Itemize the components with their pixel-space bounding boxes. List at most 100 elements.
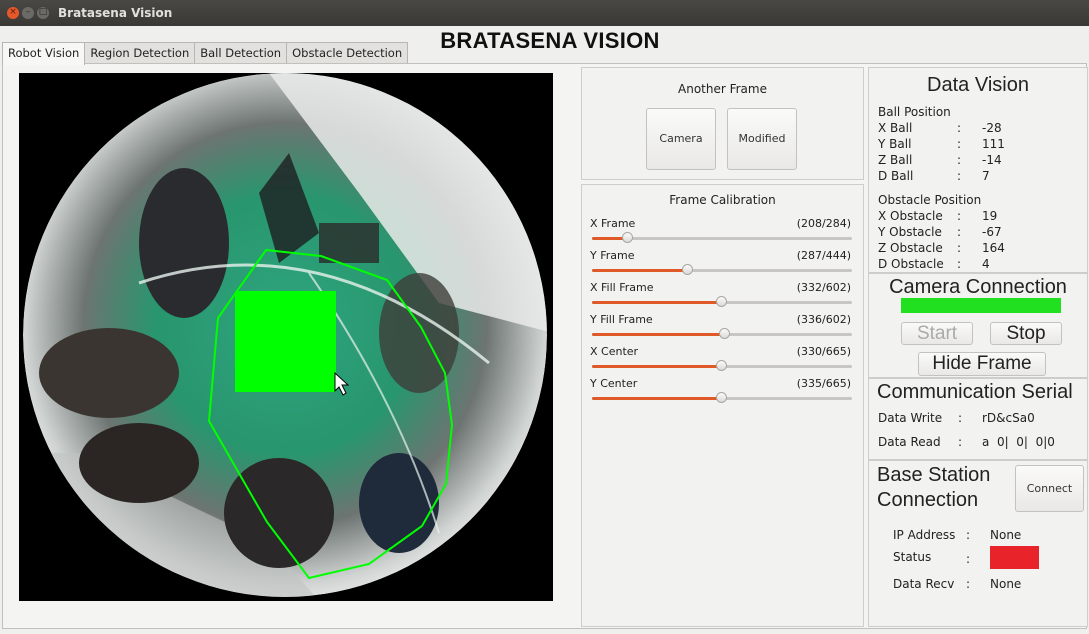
data-write-value: rD&cSa0	[982, 411, 1035, 425]
camera-connection-panel: Camera Connection Start Stop Hide Frame	[868, 273, 1088, 378]
status-label: Status	[893, 550, 932, 564]
ball-field-separator: :	[957, 137, 962, 151]
ball-field-label: X Ball	[878, 121, 913, 135]
tab-region-detection[interactable]: Region Detection	[84, 42, 196, 64]
slider-label: Y Center	[590, 377, 638, 390]
slider-row: Y Frame (287/444)	[590, 249, 855, 281]
data-recv-label: Data Recv	[893, 577, 955, 591]
ball-field-separator: :	[957, 169, 962, 183]
slider-track[interactable]	[592, 392, 852, 403]
window-close-button[interactable]: ×	[7, 7, 19, 19]
ball-field-label: Z Ball	[878, 153, 913, 167]
obstacle-field-separator: :	[957, 241, 962, 255]
window-minimize-button[interactable]: –	[22, 7, 34, 19]
data-recv-value: None	[990, 577, 1022, 591]
ball-field-separator: :	[957, 153, 962, 167]
slider-handle[interactable]	[622, 232, 634, 243]
slider-row: X Fill Frame (332/602)	[590, 281, 855, 313]
slider-value: (336/602)	[796, 313, 851, 326]
ball-field-separator: :	[957, 121, 962, 135]
obstacle-field-value: 164	[982, 241, 1005, 255]
app-heading: BRATASENA VISION	[440, 28, 660, 53]
slider-track[interactable]	[592, 296, 852, 307]
camera-button[interactable]: Camera	[646, 108, 716, 170]
obstacle-field-value: 19	[982, 209, 998, 223]
slider-row: Y Center (335/665)	[590, 377, 855, 409]
slider-fill	[592, 333, 725, 336]
start-button[interactable]: Start	[901, 322, 973, 345]
window-titlebar: × – □ Bratasena Vision	[0, 0, 1089, 26]
slider-track[interactable]	[592, 264, 852, 275]
camera-feed	[19, 73, 553, 601]
base-station-title-line1: Base Station	[877, 464, 991, 486]
ball-field-value: -14	[982, 153, 1002, 167]
window-maximize-button[interactable]: □	[37, 7, 49, 19]
status-indicator	[990, 546, 1039, 569]
camera-connection-title: Camera Connection	[889, 276, 1067, 298]
frame-calibration-panel: Frame Calibration X Frame (208/284) Y Fram…	[581, 184, 864, 627]
slider-value: (208/284)	[796, 217, 851, 230]
slider-row: X Center (330/665)	[590, 345, 855, 377]
communication-serial-title: Communication Serial	[877, 381, 1073, 403]
data-vision-panel: Data Vision Ball Position X Ball: -28 Y Ba…	[868, 67, 1088, 273]
slider-handle[interactable]	[716, 296, 727, 307]
modified-button[interactable]: Modified	[727, 108, 797, 170]
slider-value: (335/665)	[796, 377, 851, 390]
slider-track[interactable]	[592, 232, 852, 243]
tab-obstacle-detection[interactable]: Obstacle Detection	[286, 42, 409, 64]
base-station-title-line2: Connection	[877, 489, 979, 511]
connect-button[interactable]: Connect	[1015, 465, 1084, 512]
slider-handle[interactable]	[682, 264, 694, 275]
data-write-label: Data Write	[878, 411, 943, 425]
obstacle-field-separator: :	[957, 257, 962, 271]
obstacle-field-label: Y Obstacle	[878, 225, 942, 239]
obstacle-field-value: 4	[982, 257, 990, 271]
slider-handle[interactable]	[716, 360, 727, 371]
tab-robot-vision[interactable]: Robot Vision	[2, 42, 86, 65]
data-write-separator: :	[958, 411, 963, 425]
slider-label: X Fill Frame	[590, 281, 654, 294]
obstacle-field-label: X Obstacle	[878, 209, 943, 223]
another-frame-title: Another Frame	[678, 82, 767, 96]
base-station-panel: Base Station Connection Connect IP Addre…	[868, 460, 1088, 627]
obstacle-field-value: -67	[982, 225, 1002, 239]
ball-field-value: -28	[982, 121, 1002, 135]
fisheye-image	[19, 73, 553, 601]
ip-address-label: IP Address	[893, 528, 956, 542]
another-frame-panel: Another Frame Camera Modified	[581, 67, 864, 180]
status-separator: :	[966, 552, 971, 566]
slider-label: X Center	[590, 345, 639, 358]
slider-label: Y Frame	[590, 249, 635, 262]
tab-ball-detection[interactable]: Ball Detection	[194, 42, 288, 64]
ball-field-value: 7	[982, 169, 990, 183]
ball-field-label: D Ball	[878, 169, 914, 183]
slider-value: (332/602)	[796, 281, 851, 294]
frame-calibration-title: Frame Calibration	[669, 193, 776, 207]
data-vision-title: Data Vision	[927, 74, 1029, 96]
slider-handle[interactable]	[718, 328, 730, 339]
ball-position-header: Ball Position	[878, 105, 951, 119]
app-body: BRATASENA VISION Robot Vision Region Det…	[0, 26, 1089, 634]
slider-fill	[592, 365, 722, 368]
slider-row: X Frame (208/284)	[590, 217, 855, 249]
data-read-label: Data Read	[878, 435, 941, 449]
ip-address-value: None	[990, 528, 1022, 542]
ip-address-separator: :	[966, 528, 971, 542]
communication-serial-panel: Communication Serial Data Write : rD&cSa…	[868, 378, 1088, 460]
slider-value: (330/665)	[796, 345, 851, 358]
slider-fill	[592, 397, 722, 400]
robot-vision-panel: Another Frame Camera Modified Frame Cali…	[2, 63, 1088, 629]
obstacle-field-label: Z Obstacle	[878, 241, 943, 255]
slider-fill	[592, 301, 722, 304]
hide-frame-button[interactable]: Hide Frame	[918, 352, 1046, 376]
stop-button[interactable]: Stop	[990, 322, 1062, 345]
slider-handle[interactable]	[716, 392, 727, 403]
obstacle-position-header: Obstacle Position	[878, 193, 982, 207]
slider-track[interactable]	[592, 328, 852, 339]
slider-track[interactable]	[592, 360, 852, 371]
tab-bar: Robot Vision Region Detection Ball Detec…	[2, 42, 409, 65]
obstacle-field-label: D Obstacle	[878, 257, 944, 271]
obstacle-field-separator: :	[957, 209, 962, 223]
slider-fill	[592, 269, 689, 272]
ball-field-value: 111	[982, 137, 1005, 151]
